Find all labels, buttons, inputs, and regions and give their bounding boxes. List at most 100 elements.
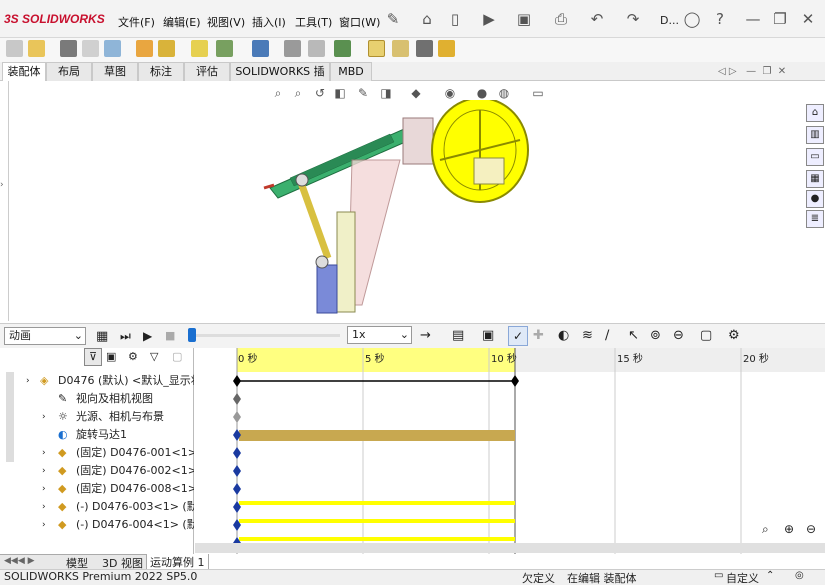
insert-component-icon[interactable] — [6, 40, 23, 57]
appearances-icon[interactable]: ● — [806, 190, 824, 208]
edit-appearance-icon[interactable]: ● — [474, 86, 490, 100]
print-icon[interactable]: ⎙ — [552, 10, 570, 28]
timeline-svg[interactable] — [195, 348, 825, 554]
tab-assembly[interactable]: 装配体 — [2, 62, 46, 81]
assembly-features-icon[interactable] — [216, 40, 233, 57]
menu-insert[interactable]: 插入(I) — [252, 14, 286, 30]
dynamic-annotation-icon[interactable]: ✎ — [355, 86, 371, 100]
play-from-start-icon[interactable]: ⏭ — [120, 329, 131, 344]
save-icon[interactable]: ▣ — [515, 10, 533, 28]
update-speedpak-icon[interactable] — [392, 40, 409, 57]
tree-item[interactable]: ◐ 旋转马达1 — [0, 426, 194, 444]
tree-item[interactable]: › ◆ (固定) D0476-002<1> (默 — [0, 462, 194, 480]
window-controls[interactable]: ◁ ▷ — ❐ ✕ — [718, 66, 786, 77]
paperclip-icon[interactable] — [60, 40, 77, 57]
zoom-to-fit-timeline-icon[interactable]: ⌕ — [762, 522, 769, 537]
tab-solidworks-addins[interactable]: SOLIDWORKS 插件 — [230, 62, 330, 96]
home-icon[interactable]: ⌂ — [418, 10, 436, 28]
mechanism-model[interactable] — [260, 100, 540, 315]
display-style-icon[interactable]: ◆ — [408, 86, 424, 100]
new-motion-study-icon[interactable] — [284, 40, 301, 57]
damper-icon[interactable]: ∕ — [605, 328, 609, 343]
help-status-icon[interactable]: ◎ — [795, 570, 804, 581]
tree-item[interactable]: › ☼ 光源、相机与布景 — [0, 408, 194, 426]
zoom-to-area-icon[interactable]: ⌕ — [290, 86, 306, 100]
new-document-icon[interactable]: ▯ — [446, 10, 464, 28]
zoom-out-timeline-icon[interactable]: ⊖ — [806, 522, 816, 536]
mate-icon[interactable] — [28, 40, 45, 57]
units-chevron-icon[interactable]: ⌃ — [766, 570, 774, 581]
autokey-icon[interactable]: ✓ — [508, 326, 528, 346]
tab-mbd[interactable]: MBD — [330, 62, 372, 81]
menu-edit[interactable]: 编辑(E) — [163, 14, 201, 30]
instant3d-icon[interactable] — [368, 40, 385, 57]
tab-evaluate[interactable]: 评估 — [184, 62, 230, 81]
apply-scene-icon[interactable]: ◍ — [496, 86, 512, 100]
menu-window[interactable]: 窗口(W) — [339, 14, 380, 30]
filter-driving-icon[interactable]: ⚙ — [128, 350, 138, 363]
motion-study-properties-icon[interactable]: ⚙ — [728, 328, 740, 343]
design-library-icon[interactable]: ▥ — [806, 126, 824, 144]
force-icon[interactable]: ↖ — [628, 328, 639, 343]
large-assembly-icon[interactable] — [438, 40, 455, 57]
playback-slider-thumb[interactable] — [188, 328, 196, 342]
tree-item[interactable]: › ◆ (固定) D0476-001<1> (默 — [0, 444, 194, 462]
undo-icon[interactable]: ↶ — [588, 10, 606, 28]
motor-icon[interactable]: ◐ — [558, 328, 569, 343]
tree-item[interactable]: ✎ 视向及相机视图 — [0, 390, 194, 408]
view-settings-icon[interactable]: ▭ — [530, 86, 546, 100]
panel-expand-icon[interactable]: › — [0, 180, 4, 190]
tree-item[interactable]: › ◆ (-) D0476-004<1> (默认) — [0, 516, 194, 534]
save-animation-icon[interactable]: ▤ — [452, 328, 464, 343]
playback-mode-icon[interactable]: → — [420, 328, 431, 343]
open-icon[interactable]: ▶ — [480, 10, 498, 28]
custom-properties-icon[interactable]: ≣ — [806, 210, 824, 228]
account-icon[interactable]: ◯ — [683, 10, 701, 28]
filter-icon[interactable]: ⊽ — [84, 348, 102, 366]
gravity-icon[interactable]: ⊖ — [673, 328, 684, 343]
show-hidden-icon[interactable] — [191, 40, 208, 57]
restore-icon[interactable]: ❐ — [771, 10, 789, 28]
status-custom[interactable]: 自定义 — [726, 570, 759, 586]
close-icon[interactable]: ✕ — [799, 10, 817, 28]
spring-icon[interactable]: ≋ — [582, 328, 593, 343]
minimize-icon[interactable]: — — [744, 10, 762, 28]
view-palette-icon[interactable]: ▦ — [806, 170, 824, 188]
view-orientation-icon[interactable]: ◨ — [378, 86, 394, 100]
tab-layout[interactable]: 布局 — [46, 62, 92, 81]
playback-slider[interactable] — [190, 334, 340, 337]
help-icon[interactable]: ? — [711, 10, 729, 28]
tree-item[interactable]: › ◆ (-) D0476-003<1> (默认) — [0, 498, 194, 516]
smart-fasteners-icon[interactable] — [136, 40, 153, 57]
take-snapshot-icon[interactable] — [416, 40, 433, 57]
linear-pattern-icon[interactable] — [104, 40, 121, 57]
calculate-icon[interactable]: ▦ — [96, 329, 108, 344]
tree-item[interactable]: › ◆ (固定) D0476-008<1> (默 — [0, 480, 194, 498]
component-preview-icon[interactable] — [82, 40, 99, 57]
move-component-icon[interactable] — [158, 40, 175, 57]
filter-results-icon[interactable]: ▢ — [172, 350, 182, 363]
exploded-view-icon[interactable] — [334, 40, 351, 57]
bill-of-materials-icon[interactable] — [308, 40, 325, 57]
tab-scroll-arrows[interactable]: ◀◀◀ ▶ — [4, 556, 35, 566]
reference-geometry-icon[interactable] — [252, 40, 269, 57]
results-plots-icon[interactable]: ▢ — [700, 328, 712, 343]
menu-tools[interactable]: 工具(T) — [295, 14, 332, 30]
solidworks-logo[interactable]: 3S SOLIDWORKS — [4, 12, 105, 26]
redo-icon[interactable]: ↷ — [624, 10, 642, 28]
previous-view-icon[interactable]: ↺ — [312, 86, 328, 100]
tree-root[interactable]: › ◈ D0476 (默认) <默认_显示状态 — [0, 372, 194, 390]
filter-selected-icon[interactable]: ▽ — [150, 350, 158, 363]
pin-icon[interactable]: ✎ — [384, 10, 402, 28]
hide-show-items-icon[interactable]: ◉ — [442, 86, 458, 100]
contact-icon[interactable]: ⊚ — [650, 328, 661, 343]
zoom-in-timeline-icon[interactable]: ⊕ — [784, 522, 794, 536]
playback-speed-select[interactable]: 1x ⌄ — [347, 326, 412, 344]
filter-animated-icon[interactable]: ▣ — [106, 350, 116, 363]
menu-file[interactable]: 文件(F) — [118, 14, 155, 30]
section-view-icon[interactable]: ◧ — [332, 86, 348, 100]
user-label[interactable]: D... — [660, 14, 679, 27]
resources-icon[interactable]: ⌂ — [806, 104, 824, 122]
tab-sketch[interactable]: 草图 — [92, 62, 138, 81]
animation-wizard-icon[interactable]: ▣ — [482, 328, 494, 343]
